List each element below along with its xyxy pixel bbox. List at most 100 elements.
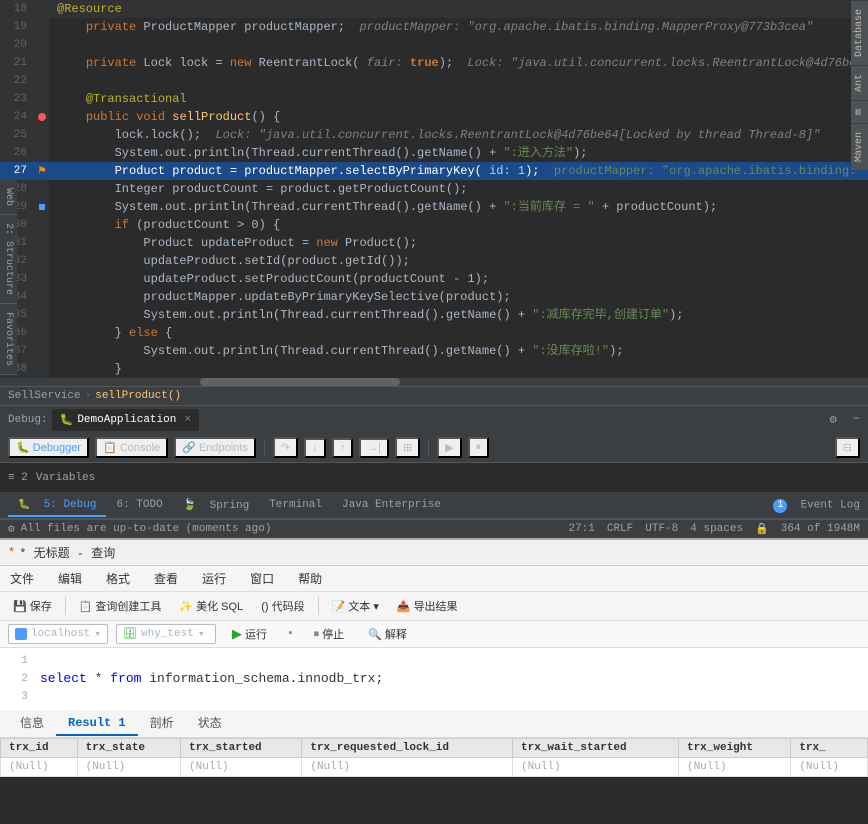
cell-trx-id: (Null) <box>1 758 78 777</box>
debug-step-into[interactable]: ↓ <box>304 438 326 458</box>
tab-terminal[interactable]: Terminal <box>259 495 332 517</box>
tab-spring[interactable]: 🍃 Spring <box>173 494 260 518</box>
table-row: 28 Integer productCount = product.getPro… <box>0 180 868 198</box>
encoding: UTF-8 <box>645 523 678 535</box>
debug-evaluate[interactable]: ⊞ <box>395 437 420 458</box>
lock-icon: 🔒 <box>755 522 769 536</box>
menu-window[interactable]: 窗口 <box>246 568 278 589</box>
stop-button[interactable]: ⏹ 停止 <box>306 624 353 644</box>
breakpoint-dot[interactable] <box>38 113 46 121</box>
table-row: 38 } <box>0 360 868 378</box>
console-tab-button[interactable]: 📋 Console <box>95 437 168 458</box>
sql-menu-bar: 文件 编辑 格式 查看 运行 窗口 帮助 <box>0 566 868 592</box>
debug-app-tab[interactable]: 🐛 DemoApplication × <box>52 409 199 431</box>
table-row: 21 private Lock lock = new ReentrantLock… <box>0 54 868 72</box>
result-table-container: trx_id trx_state trx_started trx_request… <box>0 738 868 777</box>
endpoints-tab-button[interactable]: 🔗 Endpoints <box>174 437 256 458</box>
event-log-tab[interactable]: 1 Event Log <box>773 499 860 513</box>
bottom-tabs-bar: 🐛 5: Debug 6: TODO 🍃 Spring Terminal Jav… <box>0 493 868 519</box>
minimize-icon[interactable]: − <box>853 412 860 427</box>
table-row: 19 private ProductMapper productMapper; … <box>0 18 868 36</box>
text-button[interactable]: 📝 文本 ▾ <box>325 595 386 617</box>
col-trx-state: trx_state <box>77 739 180 758</box>
tab-result-1[interactable]: Result 1 <box>56 712 138 736</box>
menu-edit[interactable]: 编辑 <box>54 568 86 589</box>
tab-profile[interactable]: 剖析 <box>138 710 186 737</box>
connection-value: localhost <box>31 628 90 640</box>
tab-debug[interactable]: 🐛 5: Debug <box>8 495 106 517</box>
export-icon: 📤 <box>397 600 411 613</box>
sql-line-1: 1 <box>8 652 860 670</box>
table-row: 31 Product updateProduct = new Product()… <box>0 234 868 252</box>
right-side-tabs: Database Ant m Maven <box>851 0 868 170</box>
line-ending: CRLF <box>607 523 633 535</box>
status-bar: ⚙ All files are up-to-date (moments ago)… <box>0 519 868 538</box>
sql-result-tabs: 信息 Result 1 剖析 状态 <box>0 710 868 738</box>
explain-button[interactable]: 🔍 解释 <box>360 624 415 644</box>
explain-label: 解释 <box>385 626 407 642</box>
breadcrumb-sep: › <box>85 390 92 402</box>
code-editor: 18 @Resource 19 private ProductMapper pr… <box>0 0 868 378</box>
side-tab-web[interactable]: Web <box>0 180 17 215</box>
breadcrumb-class: SellService <box>8 390 81 402</box>
debug-step-out[interactable]: ↑ <box>332 438 354 458</box>
cell-trx-extra: (Null) <box>791 758 868 777</box>
beautify-sql-button[interactable]: ✨ 美化 SQL <box>172 595 250 617</box>
debug-pause[interactable]: ⏸ <box>468 437 490 458</box>
table-row: 33 updateProduct.setProductCount(product… <box>0 270 868 288</box>
table-row: 26 System.out.println(Thread.currentThre… <box>0 144 868 162</box>
sql-editor[interactable]: 1 2 select * from information_schema.inn… <box>0 648 868 710</box>
side-tab-database[interactable]: Database <box>851 0 868 65</box>
code-scrollbar-thumb[interactable] <box>200 378 400 386</box>
tab-info[interactable]: 信息 <box>8 710 56 737</box>
connection-selector[interactable]: localhost ▾ <box>8 624 108 644</box>
cell-trx-req-lock: (Null) <box>302 758 513 777</box>
code-snippet-label: () 代码段 <box>261 598 304 614</box>
files-status: All files are up-to-date (moments ago) <box>21 523 272 535</box>
table-row: 34 productMapper.updateByPrimaryKeySelec… <box>0 288 868 306</box>
tab-status[interactable]: 状态 <box>186 710 234 737</box>
save-button[interactable]: 💾 保存 <box>6 595 59 617</box>
menu-help[interactable]: 帮助 <box>294 568 326 589</box>
sql-title-asterisk: * <box>8 546 15 560</box>
export-button[interactable]: 📤 导出结果 <box>390 595 465 617</box>
side-tab-maven-m[interactable]: m <box>851 100 868 123</box>
status-left: ⚙ All files are up-to-date (moments ago) <box>8 522 271 536</box>
cell-trx-state: (Null) <box>77 758 180 777</box>
table-row: 24 public void sellProduct() { <box>0 108 868 126</box>
tab-java-enterprise[interactable]: Java Enterprise <box>332 495 451 517</box>
table-row: 18 @Resource <box>0 0 868 18</box>
sql-conn-bar: localhost ▾ 🗄 why_test ▾ ▶ 运行 ▪ ⏹ 停止 🔍 解… <box>0 621 868 648</box>
debug-resume[interactable]: ▶ <box>437 437 461 458</box>
side-tab-maven[interactable]: Maven <box>851 123 868 170</box>
menu-format[interactable]: 格式 <box>102 568 134 589</box>
query-builder-button[interactable]: 📋 查询创建工具 <box>72 595 169 617</box>
menu-run[interactable]: 运行 <box>198 568 230 589</box>
git-icon: ⚙ <box>8 522 15 536</box>
sql-titlebar: * * 无标题 - 查询 <box>0 540 868 566</box>
settings-icon[interactable]: ⚙ <box>830 412 837 427</box>
debug-step-over[interactable]: ↷ <box>273 437 298 458</box>
query-builder-icon: 📋 <box>79 600 93 613</box>
code-scrollbar[interactable] <box>0 378 868 386</box>
debug-tab-close[interactable]: × <box>184 414 191 426</box>
tab-todo[interactable]: 6: TODO <box>106 495 172 517</box>
table-row: 23 @Transactional <box>0 90 868 108</box>
menu-file[interactable]: 文件 <box>6 568 38 589</box>
debug-layout[interactable]: ⊟ <box>835 437 860 458</box>
variables-panel: ≡ 2 Variables <box>0 463 868 493</box>
tab-profile-label: 剖析 <box>150 717 174 731</box>
menu-view[interactable]: 查看 <box>150 568 182 589</box>
run-button[interactable]: ▶ 运行 <box>224 624 275 644</box>
code-snippet-button[interactable]: () 代码段 <box>254 595 311 617</box>
explain-icon: 🔍 <box>368 628 382 641</box>
side-tab-structure[interactable]: 2: Structure <box>0 215 17 304</box>
toolbar-separator <box>264 440 265 456</box>
database-selector[interactable]: 🗄 why_test ▾ <box>116 624 216 644</box>
debug-run-to-cursor[interactable]: →| <box>359 438 389 458</box>
table-row: 27 ⚑ Product product = productMapper.sel… <box>0 162 868 180</box>
side-tab-favorites[interactable]: Favorites <box>0 304 17 375</box>
table-row: 30 if (productCount > 0) { <box>0 216 868 234</box>
side-tab-ant[interactable]: Ant <box>851 65 868 100</box>
debugger-tab-button[interactable]: 🐛 Debugger <box>8 437 89 458</box>
